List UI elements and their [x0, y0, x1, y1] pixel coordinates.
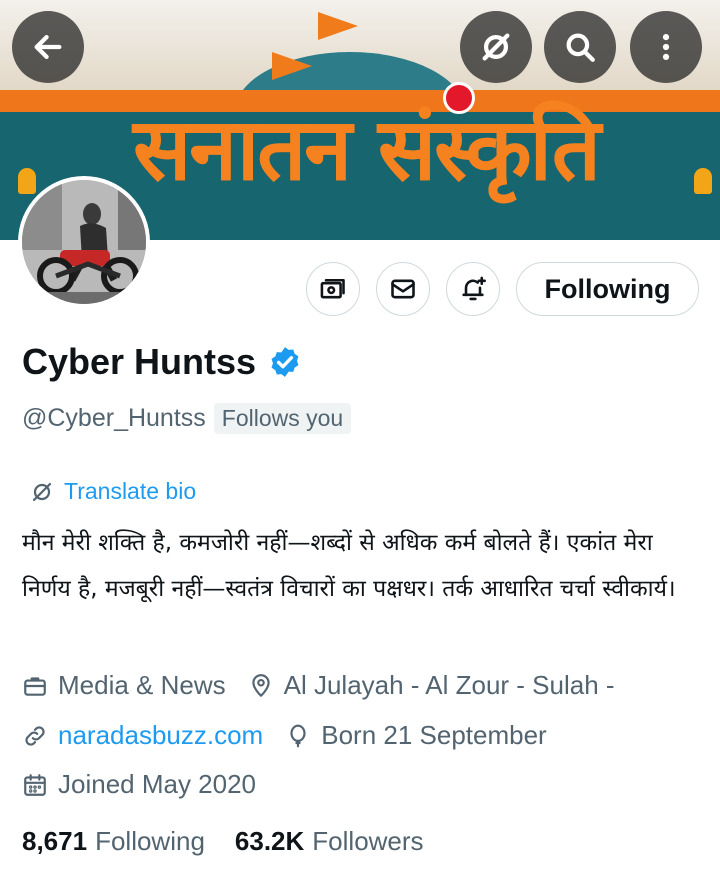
money-icon [320, 278, 345, 299]
grok-icon [32, 482, 52, 501]
display-name-text: Cyber Huntss [22, 341, 257, 382]
category-text: Media & News [58, 670, 226, 700]
avatar-photo [22, 180, 146, 304]
bell-ornament-icon [18, 168, 36, 194]
banner-flag [318, 12, 358, 40]
joined-text: Joined May 2020 [58, 769, 257, 799]
balloon-icon [290, 724, 306, 747]
grok-button[interactable] [460, 11, 532, 83]
following-count: 8,671 [22, 826, 88, 856]
following-stat[interactable]: 8,671 Following [22, 826, 205, 857]
avatar[interactable] [18, 176, 150, 308]
following-button[interactable]: Following [516, 262, 699, 316]
following-label: Following [95, 826, 205, 856]
link-icon [25, 725, 45, 746]
verified-badge-icon[interactable] [268, 345, 302, 379]
grok-icon [482, 33, 510, 61]
calendar-icon [24, 773, 46, 796]
location-pin-icon [251, 673, 270, 697]
followers-stat[interactable]: 63.2K Followers [235, 826, 424, 857]
subscribe-button[interactable] [306, 262, 360, 316]
bell-plus-icon [462, 276, 486, 301]
bio-text: मौन मेरी शक्ति है, कमजोरी नहीं—शब्दों से… [22, 530, 676, 602]
website-item[interactable]: naradasbuzz.com [22, 720, 263, 751]
arrow-left-icon [34, 34, 62, 60]
category-item: Media & News [22, 670, 226, 701]
notifications-button[interactable] [446, 262, 500, 316]
profile-meta-row-2: naradasbuzz.com Born 21 September [22, 720, 569, 751]
search-button[interactable] [544, 11, 616, 83]
followers-count: 63.2K [234, 826, 305, 856]
joined-item: Joined May 2020 [22, 769, 256, 800]
translate-bio-label: Translate bio [64, 478, 197, 504]
location-item: Al Julayah - Al Zour - Sulah - [248, 670, 615, 701]
handle-row: @Cyber_Huntss Follows you [22, 403, 352, 434]
more-button[interactable] [630, 11, 702, 83]
follow-stats: 8,671 Following 63.2K Followers [22, 826, 454, 857]
back-button[interactable] [12, 11, 84, 83]
motorcycle-rider-photo [22, 180, 146, 304]
handle: @Cyber_Huntss [22, 404, 206, 432]
message-button[interactable] [376, 262, 430, 316]
bell-ornament-icon [694, 168, 712, 194]
website-link[interactable]: naradasbuzz.com [58, 720, 263, 751]
banner-flag [272, 52, 312, 80]
translate-bio-button[interactable]: Translate bio [30, 478, 196, 505]
banner-tagline: सनातन संस्कृति [133, 100, 601, 200]
envelope-icon [391, 279, 415, 299]
birthday-text: Born 21 September [321, 720, 547, 750]
followers-label: Followers [312, 826, 424, 856]
birthday-item: Born 21 September [285, 720, 547, 751]
location-text: Al Julayah - Al Zour - Sulah - [283, 670, 615, 700]
profile-meta-row-1: Media & News Al Julayah - Al Zour - Sula… [22, 670, 637, 701]
briefcase-icon [24, 676, 46, 696]
more-vertical-icon [662, 33, 670, 61]
follows-you-badge: Follows you [213, 403, 352, 434]
display-name: Cyber Huntss [22, 340, 302, 384]
profile-meta-row-3: Joined May 2020 [22, 769, 278, 800]
search-icon [566, 33, 595, 62]
